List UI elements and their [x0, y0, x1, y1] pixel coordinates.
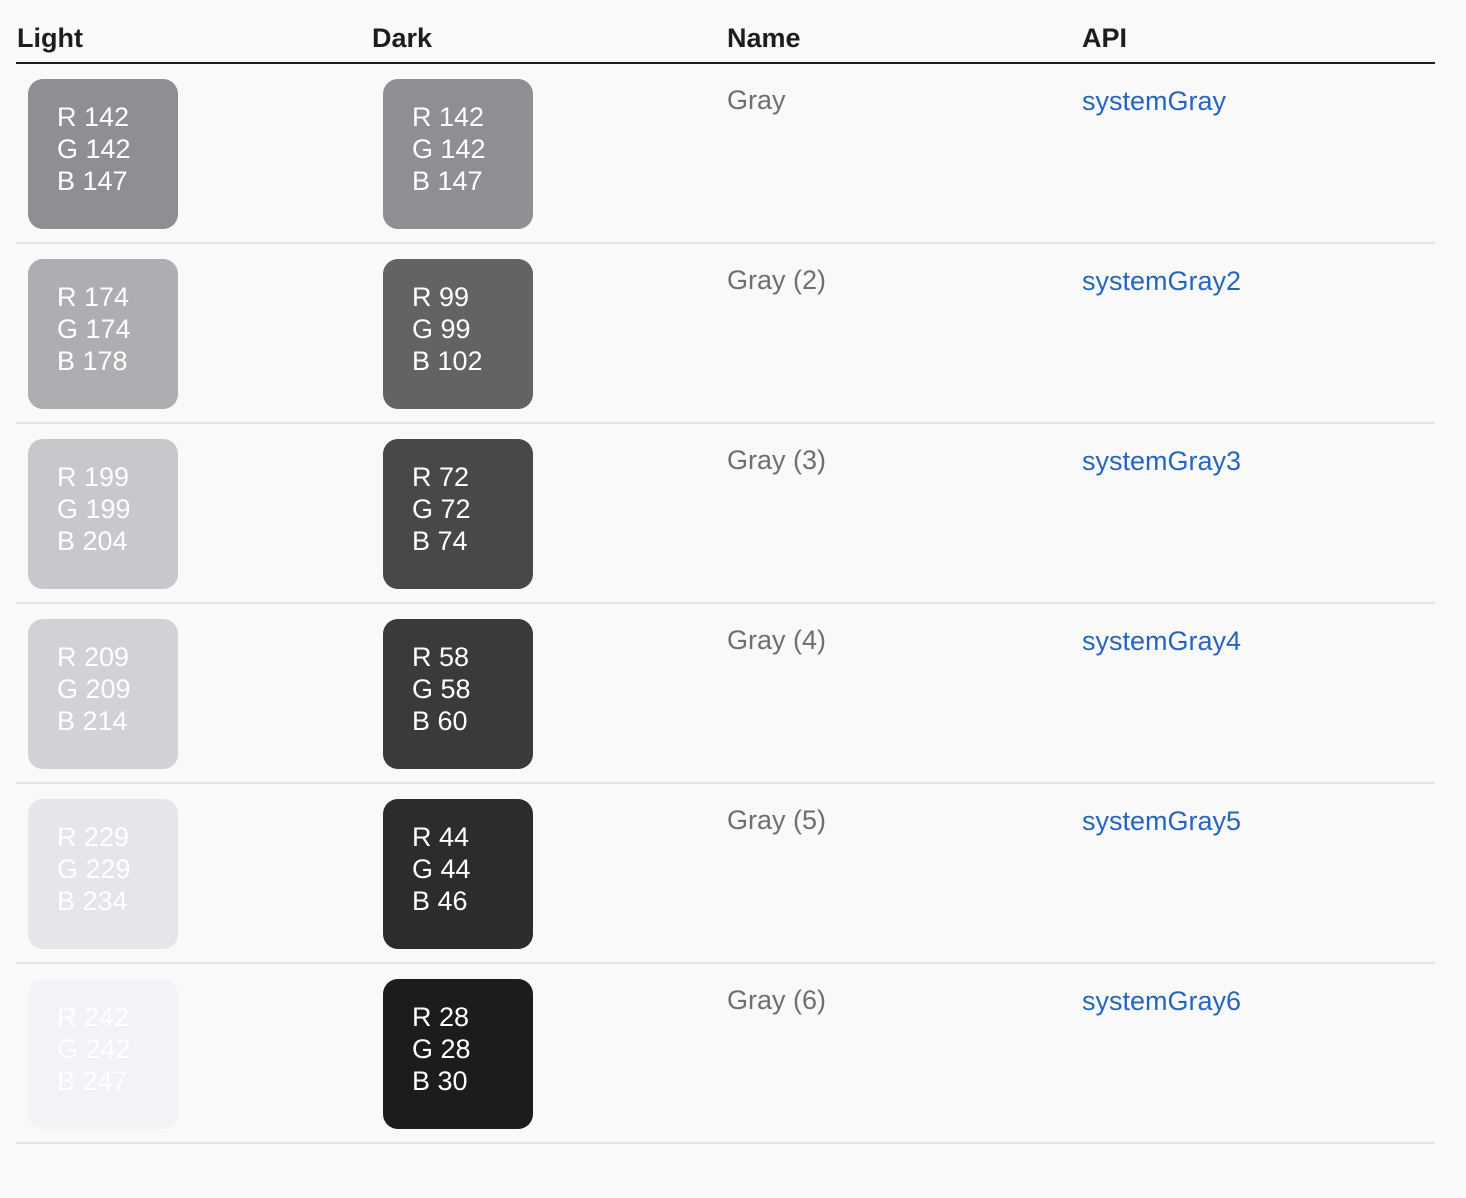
api-link[interactable]: systemGray3 — [1082, 444, 1241, 478]
red-value: R 72 — [412, 462, 470, 492]
blue-value: B 234 — [57, 886, 128, 916]
api-link[interactable]: systemGray — [1082, 84, 1226, 118]
color-name: Gray — [727, 85, 786, 115]
green-value: G 209 — [57, 674, 131, 704]
column-header-dark: Dark — [372, 23, 433, 53]
dark-swatch: R 142 G 142 B 147 — [383, 79, 533, 229]
color-name: Gray (6) — [727, 985, 827, 1015]
red-value: R 174 — [57, 282, 130, 312]
blue-value: B 30 — [412, 1066, 468, 1096]
green-value: G 44 — [412, 854, 471, 884]
color-name: Gray (2) — [727, 265, 827, 295]
red-value: R 142 — [57, 102, 130, 132]
blue-value: B 178 — [57, 346, 128, 376]
red-value: R 28 — [412, 1002, 470, 1032]
blue-value: B 147 — [57, 166, 128, 196]
column-header-name: Name — [727, 23, 801, 53]
light-swatch: R 242 G 242 B 247 — [28, 979, 178, 1129]
blue-value: B 214 — [57, 706, 128, 736]
dark-swatch: R 58 G 58 B 60 — [383, 619, 533, 769]
table-row: R 242 G 242 B 247 R 28 G 28 B 30 Gray (6… — [16, 964, 1435, 1144]
table-row: R 209 G 209 B 214 R 58 G 58 B 60 Gray (4… — [16, 604, 1435, 784]
dark-swatch: R 72 G 72 B 74 — [383, 439, 533, 589]
blue-value: B 247 — [57, 1066, 128, 1096]
blue-value: B 46 — [412, 886, 468, 916]
dark-swatch: R 28 G 28 B 30 — [383, 979, 533, 1129]
light-swatch: R 199 G 199 B 204 — [28, 439, 178, 589]
green-value: G 72 — [412, 494, 471, 524]
api-link[interactable]: systemGray6 — [1082, 984, 1241, 1018]
color-name: Gray (4) — [727, 625, 827, 655]
table-row: R 199 G 199 B 204 R 72 G 72 B 74 Gray (3… — [16, 424, 1435, 604]
green-value: G 58 — [412, 674, 471, 704]
blue-value: B 60 — [412, 706, 468, 736]
red-value: R 199 — [57, 462, 130, 492]
green-value: G 142 — [57, 134, 131, 164]
green-value: G 142 — [412, 134, 486, 164]
api-link[interactable]: systemGray5 — [1082, 804, 1241, 838]
blue-value: B 74 — [412, 526, 468, 556]
red-value: R 99 — [412, 282, 470, 312]
red-value: R 142 — [412, 102, 485, 132]
red-value: R 242 — [57, 1002, 130, 1032]
green-value: G 28 — [412, 1034, 471, 1064]
color-name: Gray (5) — [727, 805, 827, 835]
light-swatch: R 142 G 142 B 147 — [28, 79, 178, 229]
api-link[interactable]: systemGray4 — [1082, 624, 1241, 658]
table-row: R 229 G 229 B 234 R 44 G 44 B 46 Gray (5… — [16, 784, 1435, 964]
table-header: Light Dark Name API — [16, 0, 1435, 64]
red-value: R 229 — [57, 822, 130, 852]
table-row: R 174 G 174 B 178 R 99 G 99 B 102 Gray (… — [16, 244, 1435, 424]
light-swatch: R 229 G 229 B 234 — [28, 799, 178, 949]
red-value: R 44 — [412, 822, 470, 852]
blue-value: B 102 — [412, 346, 483, 376]
green-value: G 99 — [412, 314, 471, 344]
red-value: R 58 — [412, 642, 470, 672]
blue-value: B 204 — [57, 526, 128, 556]
dark-swatch: R 99 G 99 B 102 — [383, 259, 533, 409]
green-value: G 229 — [57, 854, 131, 884]
light-swatch: R 174 G 174 B 178 — [28, 259, 178, 409]
table-row: R 142 G 142 B 147 R 142 G 142 B 147 Gray… — [16, 64, 1435, 244]
red-value: R 209 — [57, 642, 130, 672]
dark-swatch: R 44 G 44 B 46 — [383, 799, 533, 949]
color-name: Gray (3) — [727, 445, 827, 475]
column-header-api: API — [1082, 23, 1128, 53]
green-value: G 242 — [57, 1034, 131, 1064]
column-header-light: Light — [17, 23, 83, 53]
green-value: G 199 — [57, 494, 131, 524]
green-value: G 174 — [57, 314, 131, 344]
color-table: Light Dark Name API R 142 G 142 B 147 R … — [16, 0, 1435, 1144]
blue-value: B 147 — [412, 166, 483, 196]
api-link[interactable]: systemGray2 — [1082, 264, 1241, 298]
light-swatch: R 209 G 209 B 214 — [28, 619, 178, 769]
